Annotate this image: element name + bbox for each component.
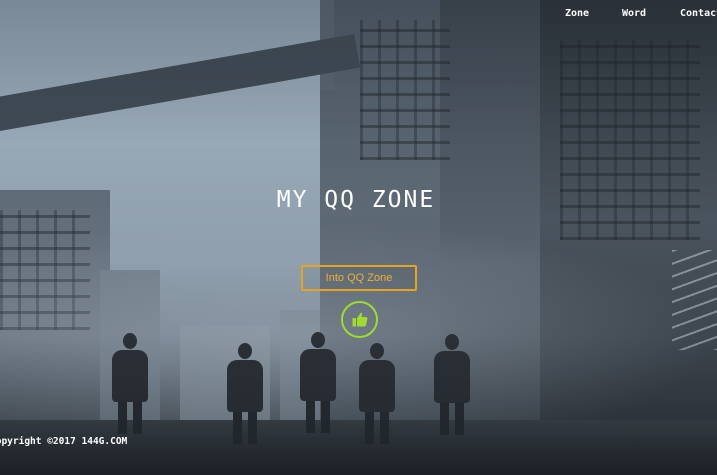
nav-item-word[interactable]: Word: [622, 7, 646, 20]
into-qq-zone-button[interactable]: Into QQ Zone: [301, 265, 417, 291]
nav-item-contact[interactable]: Contact: [680, 7, 717, 20]
into-qq-zone-label: Into QQ Zone: [325, 272, 393, 284]
footer-copyright: Copyright ©2017 144G.COM: [0, 436, 128, 447]
landing-page: Zone Word Contact MY QQ ZONE Into QQ Zon…: [0, 0, 717, 475]
like-button[interactable]: [341, 301, 378, 338]
background-cityscape-image: [0, 0, 717, 475]
vignette-overlay: [0, 0, 717, 475]
thumbs-up-icon: [352, 312, 368, 327]
page-title: MY QQ ZONE: [276, 187, 436, 214]
nav-item-zone[interactable]: Zone: [565, 7, 589, 20]
